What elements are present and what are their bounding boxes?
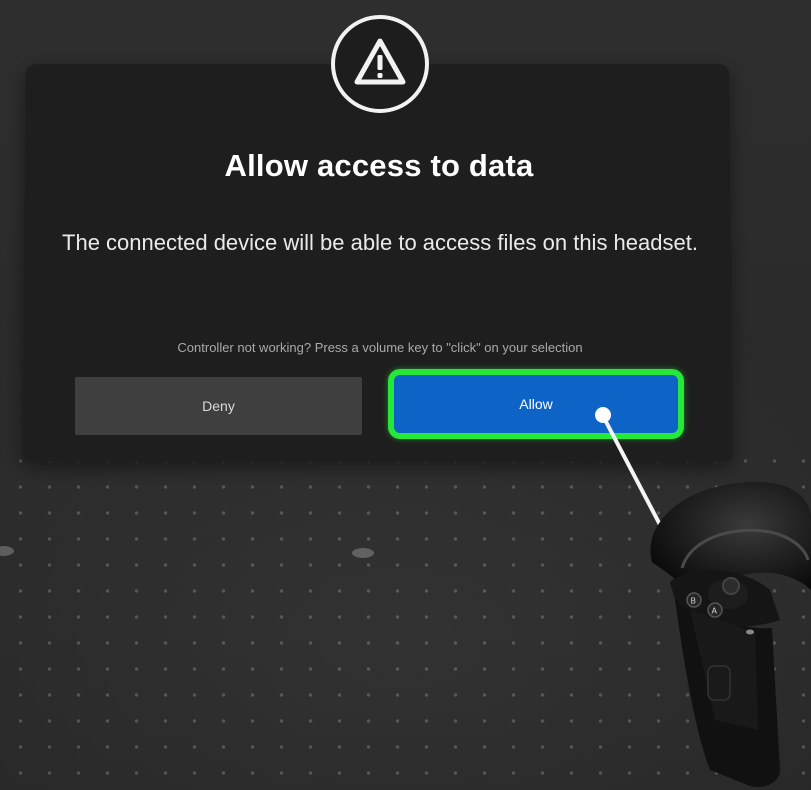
dialog-message: The connected device will be able to acc… [62, 230, 698, 255]
svg-text:A: A [712, 607, 718, 616]
svg-text:B: B [691, 597, 697, 606]
controller-hint: Controller not working? Press a volume k… [177, 340, 583, 355]
deny-button[interactable]: Deny [75, 377, 362, 435]
warning-triangle-icon [354, 38, 406, 85]
warning-icon [331, 15, 429, 113]
floor-marker-center [352, 548, 374, 558]
dialog-title: Allow access to data [224, 148, 534, 183]
allow-button[interactable]: Allow [388, 369, 684, 439]
vr-controller-icon: B A [650, 481, 811, 788]
